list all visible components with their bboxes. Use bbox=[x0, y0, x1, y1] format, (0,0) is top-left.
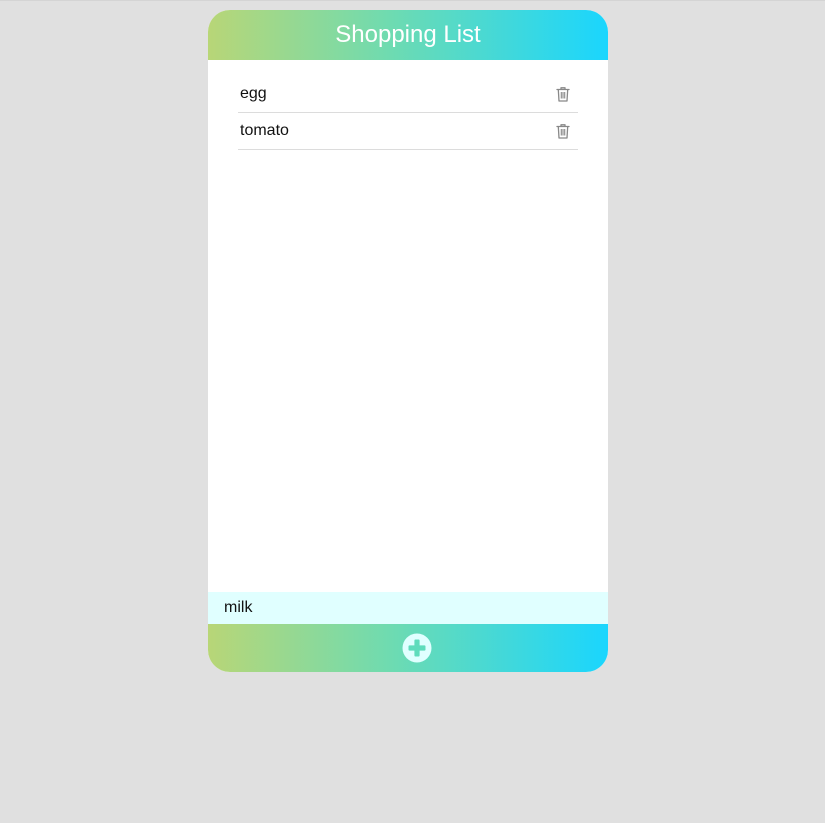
trash-icon[interactable] bbox=[554, 85, 572, 103]
list-item: tomato bbox=[238, 113, 578, 150]
list-item-label: tomato bbox=[240, 122, 289, 139]
new-item-input[interactable] bbox=[224, 599, 584, 617]
list-item-label: egg bbox=[240, 85, 267, 102]
new-item-bar bbox=[208, 592, 608, 624]
app-header: Shopping List bbox=[208, 10, 608, 60]
app-title: Shopping List bbox=[335, 21, 481, 48]
page-top-border bbox=[0, 0, 825, 1]
trash-icon[interactable] bbox=[554, 122, 572, 140]
shopping-list: egg tomato bbox=[238, 76, 578, 150]
app-footer bbox=[208, 624, 608, 672]
list-item: egg bbox=[238, 76, 578, 113]
shopping-list-app: Shopping List egg tomato bbox=[208, 10, 608, 672]
plus-circle-icon[interactable] bbox=[402, 633, 432, 663]
